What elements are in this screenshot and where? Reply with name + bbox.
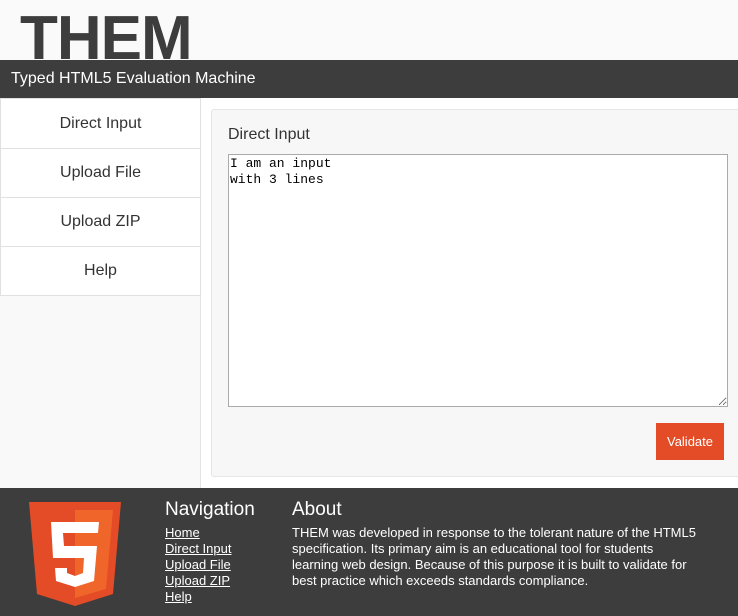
- header-logo-area: THEM: [0, 0, 738, 60]
- direct-input-panel: Direct Input Validate: [211, 109, 738, 477]
- validate-button[interactable]: Validate: [656, 423, 724, 460]
- footer-link-home[interactable]: Home: [165, 525, 255, 541]
- footer-about-title: About: [292, 499, 342, 520]
- footer-link-upload-file[interactable]: Upload File: [165, 557, 255, 573]
- main-content: Direct Input Validate: [201, 98, 738, 488]
- footer-about: About THEM was developed in response to …: [292, 499, 702, 589]
- panel-title: Direct Input: [228, 126, 310, 143]
- footer-link-direct-input[interactable]: Direct Input: [165, 541, 255, 557]
- footer-nav-title: Navigation: [165, 499, 255, 520]
- footer-link-upload-zip[interactable]: Upload ZIP: [165, 573, 255, 589]
- footer: Navigation Home Direct Input Upload File…: [0, 488, 738, 616]
- footer-about-text: THEM was developed in response to the to…: [292, 525, 696, 588]
- site-logo: THEM: [20, 4, 193, 60]
- sidebar-item-help[interactable]: Help: [0, 247, 201, 296]
- sidebar-item-upload-zip[interactable]: Upload ZIP: [0, 198, 201, 247]
- footer-link-help[interactable]: Help: [165, 589, 255, 605]
- sidebar: Direct Input Upload File Upload ZIP Help: [0, 98, 201, 488]
- footer-navigation: Navigation Home Direct Input Upload File…: [165, 499, 255, 605]
- title-bar: Typed HTML5 Evaluation Machine: [0, 60, 738, 98]
- sidebar-item-upload-file[interactable]: Upload File: [0, 149, 201, 198]
- sidebar-item-direct-input[interactable]: Direct Input: [0, 98, 201, 149]
- html5-logo-icon: [29, 502, 121, 606]
- html-input-textarea[interactable]: [228, 154, 728, 407]
- site-subtitle: Typed HTML5 Evaluation Machine: [11, 70, 256, 87]
